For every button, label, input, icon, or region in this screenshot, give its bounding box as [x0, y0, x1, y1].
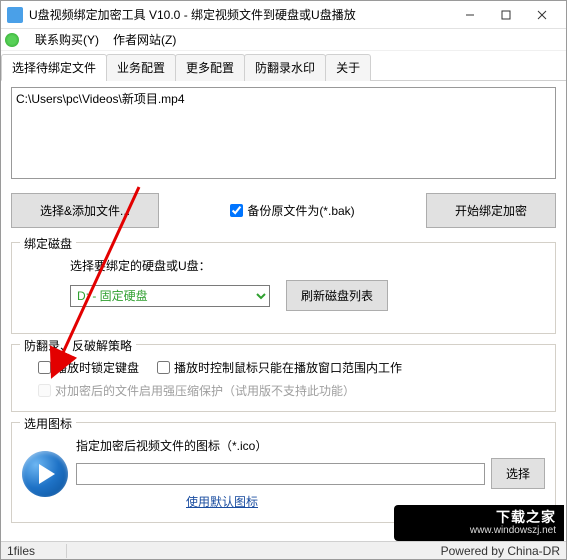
backup-checkbox-label: 备份原文件为(*.bak) [247, 202, 354, 219]
refresh-disk-button[interactable]: 刷新磁盘列表 [286, 280, 388, 311]
backup-checkbox-input[interactable] [230, 204, 243, 217]
disk-select[interactable]: D: - 固定硬盘 [70, 285, 270, 307]
tab-select-files[interactable]: 选择待绑定文件 [1, 54, 107, 81]
globe-icon [5, 33, 19, 47]
lock-keyboard-label: 播放时锁定键盘 [55, 359, 139, 376]
icon-prompt: 指定加密后视频文件的图标（*.ico） [76, 437, 545, 454]
app-icon [7, 7, 23, 23]
compress-label: 对加密后的文件启用强压缩保护（试用版不支持此功能） [55, 382, 355, 399]
compress-check-disabled: 对加密后的文件启用强压缩保护（试用版不支持此功能） [38, 382, 545, 399]
menu-site[interactable]: 作者网站(Z) [113, 31, 176, 48]
tabbar: 选择待绑定文件 业务配置 更多配置 防翻录水印 关于 [1, 53, 566, 81]
play-icon [22, 451, 68, 497]
status-right: Powered by China-DR [441, 544, 560, 558]
lock-mouse-check[interactable]: 播放时控制鼠标只能在播放窗口范围内工作 [157, 359, 402, 376]
disk-prompt: 选择要绑定的硬盘或U盘： [70, 257, 545, 274]
menubar: 联系购买(Y) 作者网站(Z) [1, 29, 566, 51]
group-anti-crack: 防翻录、反破解策略 播放时锁定键盘 播放时控制鼠标只能在播放窗口范围内工作 对加… [11, 344, 556, 412]
maximize-button[interactable] [488, 3, 524, 27]
menu-contact[interactable]: 联系购买(Y) [35, 31, 99, 48]
add-file-button[interactable]: 选择&添加文件... [11, 193, 159, 228]
tab-anti-record[interactable]: 防翻录水印 [244, 54, 326, 81]
compress-input [38, 384, 51, 397]
tab-about[interactable]: 关于 [325, 54, 371, 81]
lock-keyboard-check[interactable]: 播放时锁定键盘 [38, 359, 139, 376]
group-choose-icon-legend: 选用图标 [20, 415, 76, 432]
window-title: U盘视频绑定加密工具 V10.0 - 绑定视频文件到硬盘或U盘播放 [29, 6, 452, 23]
choose-icon-button[interactable]: 选择 [491, 458, 545, 489]
icon-path-input[interactable] [76, 463, 485, 485]
status-left: 1files [7, 544, 67, 558]
file-list[interactable]: C:\Users\pc\Videos\新项目.mp4 [11, 87, 556, 179]
tab-biz-config[interactable]: 业务配置 [106, 54, 176, 81]
titlebar: U盘视频绑定加密工具 V10.0 - 绑定视频文件到硬盘或U盘播放 [1, 1, 566, 29]
start-encrypt-button[interactable]: 开始绑定加密 [426, 193, 556, 228]
group-bind-disk: 绑定磁盘 选择要绑定的硬盘或U盘： D: - 固定硬盘 刷新磁盘列表 [11, 242, 556, 334]
group-choose-icon: 选用图标 指定加密后视频文件的图标（*.ico） 选择 使用默认图标 [11, 422, 556, 523]
close-button[interactable] [524, 3, 560, 27]
lock-mouse-label: 播放时控制鼠标只能在播放窗口范围内工作 [174, 359, 402, 376]
backup-checkbox[interactable]: 备份原文件为(*.bak) [230, 202, 354, 219]
default-icon-link[interactable]: 使用默认图标 [186, 493, 258, 510]
lock-mouse-input[interactable] [157, 361, 170, 374]
tab-more-config[interactable]: 更多配置 [175, 54, 245, 81]
group-bind-disk-legend: 绑定磁盘 [20, 235, 76, 252]
minimize-button[interactable] [452, 3, 488, 27]
group-anti-crack-legend: 防翻录、反破解策略 [20, 337, 136, 354]
lock-keyboard-input[interactable] [38, 361, 51, 374]
status-bar: 1files Powered by China-DR [1, 541, 566, 559]
